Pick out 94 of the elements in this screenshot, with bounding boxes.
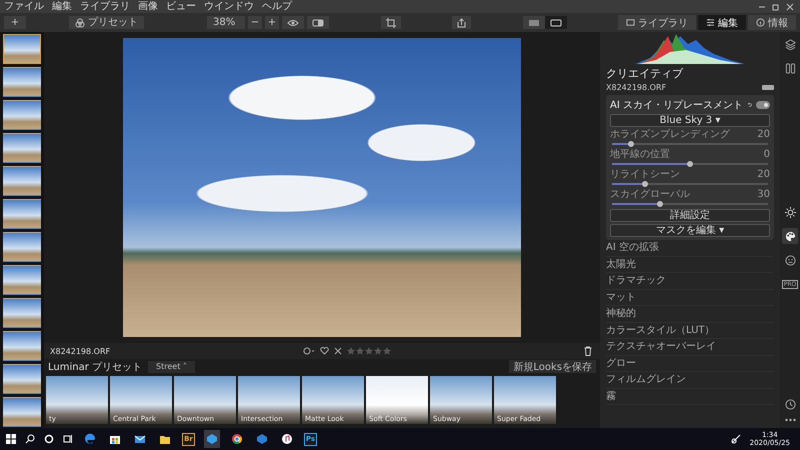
- sun-icon[interactable]: [782, 204, 798, 220]
- sliders-icon: [706, 18, 715, 27]
- photo-thumbnail[interactable]: [3, 397, 41, 427]
- heart-icon[interactable]: [320, 347, 330, 355]
- mode-tab[interactable]: 情報: [748, 15, 796, 30]
- slider-thumb[interactable]: [628, 141, 634, 147]
- slider-value: 0: [764, 149, 770, 160]
- photo-thumbnail[interactable]: [3, 100, 41, 130]
- menu-item[interactable]: 画像: [138, 0, 158, 13]
- search-icon[interactable]: [25, 434, 35, 444]
- share-icon: [457, 18, 466, 28]
- close-icon[interactable]: [786, 2, 794, 10]
- undo-icon[interactable]: [746, 101, 752, 109]
- presets-button[interactable]: プリセット: [69, 16, 144, 29]
- photo-thumbnail[interactable]: [3, 298, 41, 328]
- library-icon: [626, 18, 635, 27]
- photo-thumbnail[interactable]: [3, 166, 41, 196]
- photo-thumbnail[interactable]: [3, 199, 41, 229]
- zoom-in-button[interactable]: +: [265, 16, 279, 29]
- slider-label: スカイグローバル: [610, 189, 690, 200]
- color-label-icon[interactable]: [303, 347, 316, 355]
- tool-item[interactable]: マット: [606, 290, 774, 306]
- tool-item[interactable]: AI 空の拡張: [606, 240, 774, 256]
- task-view-icon[interactable]: [63, 434, 73, 444]
- advanced-settings-button[interactable]: 詳細設定: [610, 209, 770, 222]
- save-looks-button[interactable]: 新規Looksを保存: [509, 360, 596, 373]
- tool-title: AI スカイ・リプレースメント: [610, 98, 743, 112]
- tool-item[interactable]: テクスチャオーバーレイ: [606, 339, 774, 356]
- toggle-switch[interactable]: [756, 101, 770, 109]
- slider-thumb[interactable]: [687, 161, 693, 167]
- reject-icon[interactable]: [334, 347, 342, 355]
- mode-tab[interactable]: 編集: [698, 15, 746, 30]
- tool-item[interactable]: 霧: [606, 388, 774, 405]
- crop-button[interactable]: [380, 16, 400, 29]
- compare-button[interactable]: [307, 16, 329, 29]
- trash-icon[interactable]: [584, 346, 592, 356]
- slider-value: 20: [757, 169, 770, 180]
- split-view-icon: [312, 18, 324, 26]
- photo-thumbnail[interactable]: [3, 364, 41, 394]
- slider-thumb[interactable]: [642, 181, 648, 187]
- photo-thumbnail[interactable]: [3, 133, 41, 163]
- presets-label: Luminar プリセット: [48, 360, 142, 374]
- menu-item[interactable]: ライブラリ: [80, 0, 130, 13]
- info-icon: [756, 18, 765, 27]
- circles-icon: [75, 18, 85, 28]
- tool-item[interactable]: 神秘的: [606, 306, 774, 322]
- tool-item[interactable]: カラースタイル（LUT）: [606, 322, 774, 339]
- cube-icon[interactable]: [204, 430, 220, 448]
- section-title: クリエイティブ: [606, 66, 684, 81]
- photo-thumbnail[interactable]: [3, 331, 41, 361]
- slider-value: 20: [757, 129, 770, 140]
- add-button[interactable]: +: [4, 16, 26, 29]
- network-icon[interactable]: [730, 434, 741, 444]
- edit-mask-button[interactable]: マスクを編集 ▾: [610, 224, 770, 237]
- single-view-icon: [550, 18, 562, 26]
- grid-view-button[interactable]: [522, 16, 544, 29]
- menu-item[interactable]: ファイル: [4, 0, 44, 13]
- slider-label: 地平線の位置: [610, 149, 670, 160]
- file-name: X8242198.ORF: [606, 83, 666, 92]
- photo-thumbnail[interactable]: [3, 232, 41, 262]
- crop-icon: [386, 18, 396, 28]
- photo-thumbnail[interactable]: [3, 34, 41, 64]
- category-dropdown[interactable]: Street ˄: [148, 360, 195, 372]
- more-icon[interactable]: [784, 418, 796, 422]
- menu-item[interactable]: 編集: [52, 0, 72, 13]
- menu-item[interactable]: ビュー: [166, 0, 196, 13]
- palette-icon[interactable]: [782, 228, 798, 244]
- restore-icon[interactable]: [772, 2, 780, 10]
- zoom-dropdown[interactable]: 38%: [207, 16, 245, 29]
- slider-value: 30: [757, 189, 770, 200]
- slider-thumb[interactable]: [657, 201, 664, 207]
- menu-item[interactable]: ヘルプ: [262, 0, 292, 13]
- tool-item[interactable]: 太陽光: [606, 256, 774, 273]
- file-name: X8242198.ORF: [50, 346, 110, 356]
- photo-thumbnail[interactable]: [3, 265, 41, 295]
- share-button[interactable]: [452, 16, 471, 29]
- photo-thumbnail[interactable]: [3, 67, 41, 97]
- menu-item[interactable]: ウインドウ: [204, 0, 254, 13]
- eye-button[interactable]: [282, 16, 304, 29]
- circle-icon[interactable]: [44, 434, 54, 444]
- history-icon[interactable]: [784, 399, 796, 410]
- slider-label: ホライズンブレンディング: [610, 129, 730, 140]
- mode-tab[interactable]: ライブラリ: [618, 15, 696, 30]
- tool-item[interactable]: ドラマチック: [606, 273, 774, 290]
- single-view-button[interactable]: [544, 16, 566, 29]
- slider-label: リライトシーン: [610, 169, 680, 180]
- eye-icon: [287, 18, 299, 26]
- sky-dropdown[interactable]: Blue Sky 3 ▾: [610, 114, 770, 127]
- zoom-out-button[interactable]: −: [248, 16, 262, 29]
- star-rating[interactable]: [347, 347, 392, 355]
- tool-item[interactable]: フィルムグレイン: [606, 372, 774, 388]
- grid-view-icon: [528, 18, 540, 26]
- tool-item[interactable]: グロー: [606, 356, 774, 372]
- windows-start-icon[interactable]: [6, 434, 16, 444]
